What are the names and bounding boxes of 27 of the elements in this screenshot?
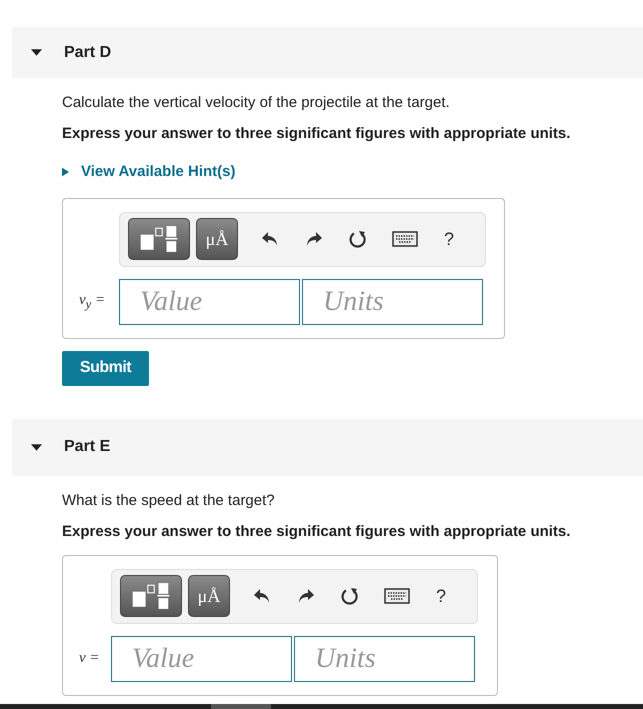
templates-button[interactable] bbox=[128, 218, 190, 260]
reset-icon[interactable] bbox=[340, 586, 360, 606]
reset-icon[interactable] bbox=[348, 229, 368, 249]
submit-button[interactable]: Submit bbox=[62, 350, 149, 386]
scrollbar[interactable] bbox=[0, 704, 643, 709]
help-button[interactable]: ? bbox=[436, 586, 446, 606]
part-header[interactable]: Part D bbox=[12, 27, 643, 78]
value-field[interactable]: Value bbox=[111, 636, 292, 682]
question-text: What is the speed at the target? bbox=[62, 492, 276, 510]
scrollbar-thumb[interactable] bbox=[211, 704, 271, 709]
part-title: Part D bbox=[64, 44, 112, 62]
units-button[interactable]: μÅ bbox=[188, 575, 230, 617]
instruction-text: Express your answer to three significant figures with appropriate units. bbox=[62, 125, 572, 143]
units-field[interactable]: Units bbox=[302, 278, 483, 324]
templates-button[interactable] bbox=[120, 575, 182, 617]
question-text: Calculate the vertical velocity of the projectile at the target. bbox=[62, 94, 451, 112]
instruction-text: Express your answer to three significant figures with appropriate units. bbox=[62, 522, 572, 540]
keyboard-icon[interactable] bbox=[392, 231, 418, 247]
units-button[interactable]: μÅ bbox=[196, 218, 238, 260]
variable-label: v$_{y}$ = bbox=[79, 292, 106, 312]
help-button[interactable]: ? bbox=[444, 228, 454, 250]
variable-label: v = bbox=[79, 650, 101, 667]
part-header[interactable]: Part E bbox=[12, 418, 643, 476]
part-title: Part E bbox=[64, 438, 110, 456]
value-field[interactable]: Value bbox=[119, 278, 300, 324]
keyboard-icon[interactable] bbox=[384, 588, 410, 604]
units-field[interactable]: Units bbox=[294, 636, 475, 682]
